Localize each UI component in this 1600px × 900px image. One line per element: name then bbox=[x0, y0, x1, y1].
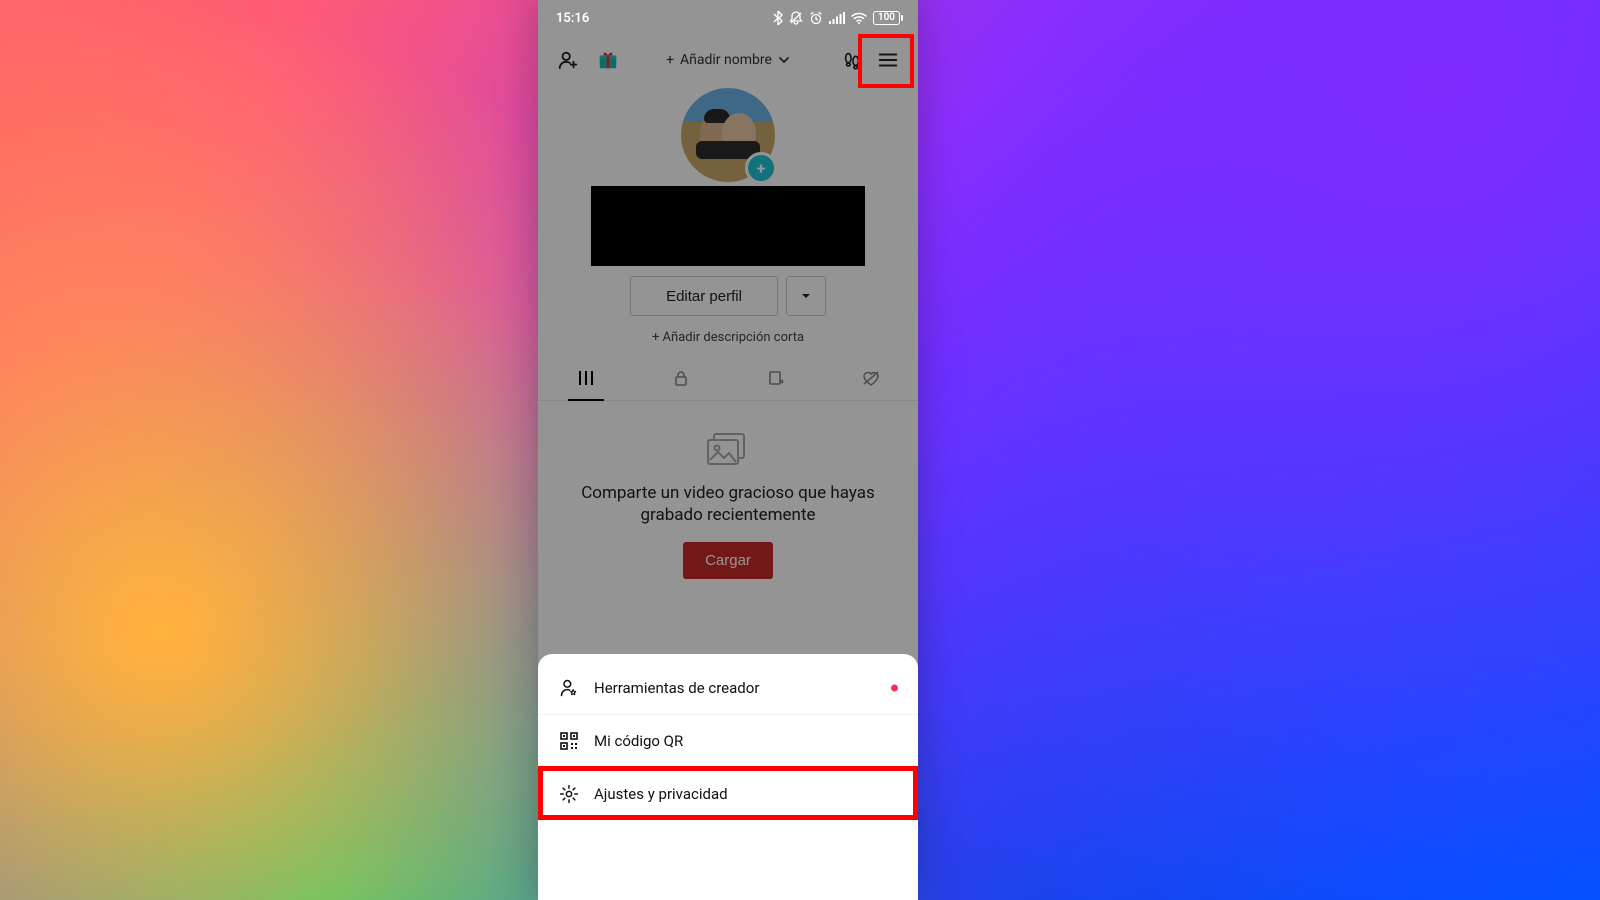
menu-item-label: Herramientas de creador bbox=[594, 679, 759, 697]
tab-grid[interactable] bbox=[538, 356, 633, 400]
menu-creator-tools[interactable]: Herramientas de creador bbox=[538, 662, 918, 714]
photos-icon bbox=[704, 430, 752, 470]
add-description-link[interactable]: + Añadir descripción corta bbox=[652, 330, 804, 345]
tab-private[interactable] bbox=[633, 356, 728, 400]
edit-profile-button[interactable]: Editar perfil bbox=[630, 276, 778, 316]
add-name-label: Añadir nombre bbox=[680, 52, 772, 68]
signal-icon bbox=[829, 12, 845, 24]
wifi-icon bbox=[851, 12, 867, 24]
status-right-cluster: 100 bbox=[773, 11, 900, 25]
menu-bottom-sheet: Herramientas de creador Mi código QR Aju… bbox=[538, 654, 918, 900]
alarm-icon bbox=[809, 11, 823, 25]
upload-button[interactable]: Cargar bbox=[683, 542, 773, 579]
grid-icon bbox=[577, 369, 595, 387]
plus-icon: + bbox=[666, 52, 674, 68]
add-name-dropdown[interactable]: + Añadir nombre bbox=[666, 52, 790, 68]
bluetooth-icon bbox=[773, 11, 783, 25]
profile-section: + Editar perfil + Añadir descripción cor… bbox=[538, 86, 918, 345]
avatar-add-icon[interactable]: + bbox=[745, 152, 777, 184]
caret-down-icon bbox=[800, 290, 812, 302]
highlight-hamburger bbox=[858, 34, 914, 88]
empty-state-text: Comparte un video gracioso que hayas gra… bbox=[578, 482, 878, 526]
avatar[interactable]: + bbox=[681, 88, 775, 182]
gear-icon bbox=[558, 783, 580, 805]
phone-frame: 15:16 100 + Añadir nombre bbox=[538, 0, 918, 900]
menu-settings-privacy[interactable]: Ajustes y privacidad bbox=[538, 767, 918, 820]
add-friend-button[interactable] bbox=[552, 44, 584, 76]
profile-tabs bbox=[538, 356, 918, 401]
creator-tools-icon bbox=[558, 677, 580, 699]
battery-indicator: 100 bbox=[873, 11, 900, 25]
notification-dot bbox=[891, 685, 898, 692]
menu-qr-code[interactable]: Mi código QR bbox=[538, 714, 918, 767]
status-time: 15:16 bbox=[556, 11, 589, 26]
status-bar: 15:16 100 bbox=[538, 0, 918, 36]
lock-icon bbox=[672, 369, 690, 387]
tab-saved[interactable] bbox=[728, 356, 823, 400]
sheet-bottom-spacer bbox=[538, 820, 918, 900]
dnd-icon bbox=[789, 11, 803, 25]
tab-liked[interactable] bbox=[823, 356, 918, 400]
menu-item-label: Ajustes y privacidad bbox=[594, 785, 728, 803]
qr-icon bbox=[558, 730, 580, 752]
bookmark-icon bbox=[767, 369, 785, 387]
chevron-down-icon bbox=[778, 54, 790, 66]
empty-state: Comparte un video gracioso que hayas gra… bbox=[538, 430, 918, 579]
menu-item-label: Mi código QR bbox=[594, 732, 683, 750]
profile-more-button[interactable] bbox=[786, 276, 826, 316]
gift-icon[interactable] bbox=[588, 44, 620, 76]
heart-off-icon bbox=[861, 369, 881, 387]
username-redacted bbox=[591, 186, 865, 266]
